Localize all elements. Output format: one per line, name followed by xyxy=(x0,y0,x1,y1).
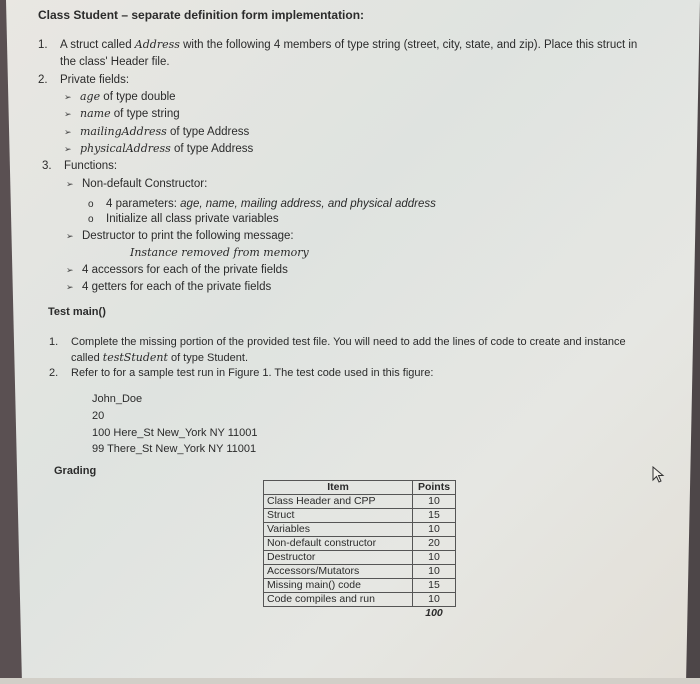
grading-heading: Grading xyxy=(54,465,97,477)
text: with the following 4 members of type str… xyxy=(179,39,638,51)
text: Initialize all class private variables xyxy=(106,213,279,225)
field-type: of type string xyxy=(110,108,180,120)
field-name: age xyxy=(80,90,101,103)
list-number: 1. xyxy=(49,336,59,348)
item-cell: Destructor xyxy=(263,550,413,565)
table-row: Destructor 10 xyxy=(263,550,456,565)
text: Complete the missing portion of the prov… xyxy=(71,336,626,348)
destructor-message: Instance removed from memory xyxy=(130,246,309,259)
mouse-pointer-icon xyxy=(652,466,665,483)
item-cell: Variables xyxy=(263,522,413,537)
table-row: Code compiles and run 10 xyxy=(263,592,456,607)
total-points: 100 xyxy=(425,607,443,619)
test-main-heading: Test main() xyxy=(48,306,106,318)
requirement-2: 2. Private fields: xyxy=(38,73,129,87)
sample-line: John_Doe xyxy=(92,393,143,405)
arrow-bullet-icon: ➢ xyxy=(66,179,74,189)
table-row: Non-default constructor 20 xyxy=(263,536,456,551)
item-cell: Non-default constructor xyxy=(263,536,413,551)
sample-line: 100 Here_St New_York NY 11001 xyxy=(92,427,258,439)
sample-line: 99 There_St New_York NY 11001 xyxy=(92,443,257,455)
circle-bullet-icon: o xyxy=(88,199,94,210)
field-name: mailingAddress xyxy=(80,125,167,138)
table-row: Variables 10 xyxy=(263,522,456,537)
field-name: physicalAddress xyxy=(80,142,171,155)
column-header-points: Points xyxy=(412,480,456,495)
points-cell: 20 xyxy=(412,536,456,551)
table-row: Class Header and CPP 10 xyxy=(263,494,456,509)
text: 4 getters for each of the private fields xyxy=(82,281,272,293)
arrow-bullet-icon: ➢ xyxy=(66,265,74,275)
column-header-item: Item xyxy=(263,480,413,495)
field-item: ➢ mailingAddress of type Address xyxy=(64,125,249,139)
points-cell: 15 xyxy=(412,578,456,593)
field-item: ➢ age of type double xyxy=(64,90,176,104)
text: A struct called xyxy=(60,39,135,51)
list-number: 1. xyxy=(38,39,48,51)
total-row: 100 xyxy=(264,607,456,621)
requirement-1: 1. A struct called Address with the follo… xyxy=(38,38,637,52)
points-cell: 10 xyxy=(412,494,456,509)
total-label-cell xyxy=(264,607,413,621)
text: Refer to for a sample test run in Figure… xyxy=(71,367,434,379)
table-row: Accessors/Mutators 10 xyxy=(263,564,456,579)
item-cell: Code compiles and run xyxy=(263,592,413,607)
arrow-bullet-icon: ➢ xyxy=(66,231,74,241)
item-cell: Struct xyxy=(263,508,413,523)
points-cell: 10 xyxy=(412,522,456,537)
item-cell: Missing main() code xyxy=(263,578,413,593)
document-title: Class Student – separate definition form… xyxy=(38,8,365,22)
field-type: of type double xyxy=(100,91,176,103)
list-number: 2. xyxy=(49,367,59,379)
param-list: age, name, mailing address, and physical… xyxy=(180,198,436,210)
requirement-1-cont: the class' Header file. xyxy=(60,56,170,68)
constructor-label: Non-default Constructor: xyxy=(82,178,208,190)
item-cell: Accessors/Mutators xyxy=(263,564,413,579)
points-cell: 10 xyxy=(412,592,456,607)
text: 4 accessors for each of the private fiel… xyxy=(82,264,288,276)
list-number: 2. xyxy=(38,74,48,86)
field-type: of type Address xyxy=(166,126,250,138)
monitor-bezel-bottom xyxy=(0,678,700,684)
text: 4 parameters: xyxy=(106,198,181,210)
points-cell: 10 xyxy=(412,564,456,579)
list-number: 3. xyxy=(42,160,52,172)
requirement-3: 3. Functions: xyxy=(42,159,117,173)
text: called xyxy=(71,352,103,364)
arrow-bullet-icon: ➢ xyxy=(64,127,72,137)
item-cell: Class Header and CPP xyxy=(263,494,413,509)
constructor-item: ➢ Non-default Constructor: xyxy=(66,177,207,191)
table-row: Struct 15 xyxy=(263,508,456,523)
circle-bullet-icon: o xyxy=(88,214,94,225)
accessors-item: ➢ 4 accessors for each of the private fie… xyxy=(66,263,288,277)
document-page: Class Student – separate definition form… xyxy=(0,0,700,684)
section-label: Functions: xyxy=(64,160,118,172)
destructor-label: Destructor to print the following messag… xyxy=(82,230,294,242)
points-cell: 10 xyxy=(412,550,456,565)
constructor-params: o 4 parameters: age, name, mailing addres… xyxy=(88,197,436,212)
arrow-bullet-icon: ➢ xyxy=(66,282,74,292)
field-name: name xyxy=(80,107,111,120)
grading-table: Item Points Class Header and CPP 10 Struc… xyxy=(263,480,456,620)
arrow-bullet-icon: ➢ xyxy=(64,92,72,102)
section-label: Private fields: xyxy=(60,74,130,86)
field-item: ➢ physicalAddress of type Address xyxy=(64,142,253,156)
sample-line: 20 xyxy=(92,410,105,422)
arrow-bullet-icon: ➢ xyxy=(64,144,72,154)
text: of type Student. xyxy=(167,352,249,364)
struct-name: Address xyxy=(134,38,180,51)
table-row: Missing main() code 15 xyxy=(263,578,456,593)
test-item-1: 1. Complete the missing portion of the pr… xyxy=(49,335,626,349)
arrow-bullet-icon: ➢ xyxy=(64,109,72,119)
destructor-item: ➢ Destructor to print the following messa… xyxy=(66,229,294,243)
table-header-row: Item Points xyxy=(263,480,456,495)
getters-item: ➢ 4 getters for each of the private field… xyxy=(66,280,271,294)
test-item-1-cont: called testStudent of type Student. xyxy=(71,351,248,365)
constructor-init: o Initialize all class private variables xyxy=(88,212,279,227)
field-type: of type Address xyxy=(170,143,254,155)
test-item-2: 2. Refer to for a sample test run in Figu… xyxy=(49,366,433,380)
points-cell: 15 xyxy=(412,508,456,523)
instance-name: testStudent xyxy=(102,351,168,364)
field-item: ➢ name of type string xyxy=(64,107,180,121)
